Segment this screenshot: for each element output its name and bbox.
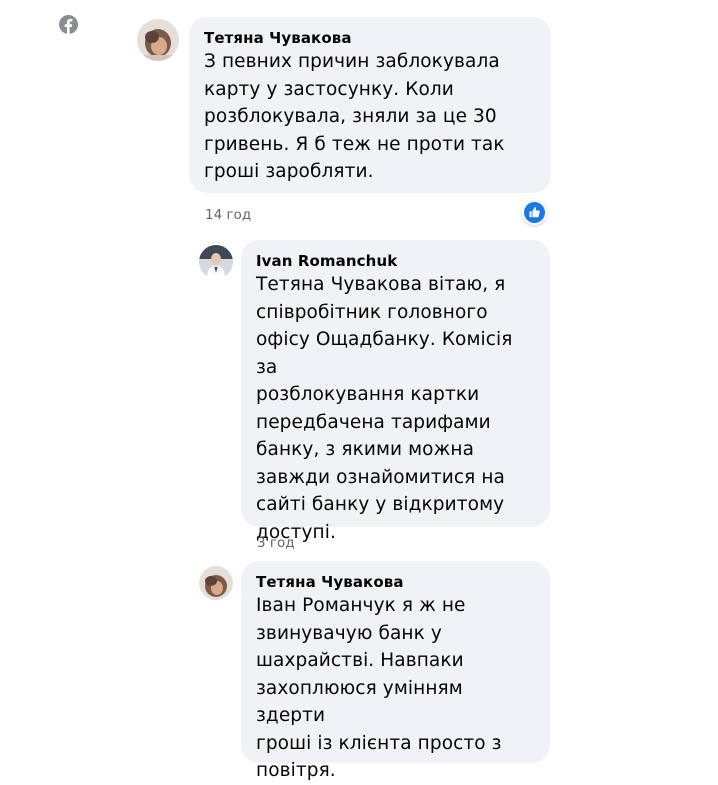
comment-bubble: Тетяна Чувакова З певних причин заблокув…: [189, 17, 551, 193]
avatar[interactable]: [199, 245, 233, 279]
comment-author[interactable]: Ivan Romanchuk: [256, 252, 536, 270]
comment-text: Тетяна Чувакова вітаю, я співробітник го…: [256, 274, 513, 543]
like-reaction-badge[interactable]: [522, 200, 547, 225]
comment-timestamp[interactable]: 14 год: [205, 207, 251, 223]
facebook-icon: [59, 15, 78, 34]
avatar[interactable]: [199, 566, 233, 600]
cropped-previous-content: [180, 0, 300, 2]
comment-timestamp[interactable]: 3 год: [257, 535, 295, 551]
comment-text: З певних причин заблокувала карту у заст…: [204, 51, 505, 182]
reply-bubble: Тетяна Чувакова Іван Романчук я ж не зви…: [241, 561, 550, 781]
comment-text: Іван Романчук я ж не звинувачую банк у ш…: [256, 595, 502, 781]
like-icon: [524, 202, 545, 223]
reply-bubble: Ivan Romanchuk Тетяна Чувакова вітаю, я …: [241, 240, 550, 543]
avatar[interactable]: [137, 19, 179, 61]
comment-author[interactable]: Тетяна Чувакова: [204, 29, 537, 47]
comment-author[interactable]: Тетяна Чувакова: [256, 573, 536, 591]
